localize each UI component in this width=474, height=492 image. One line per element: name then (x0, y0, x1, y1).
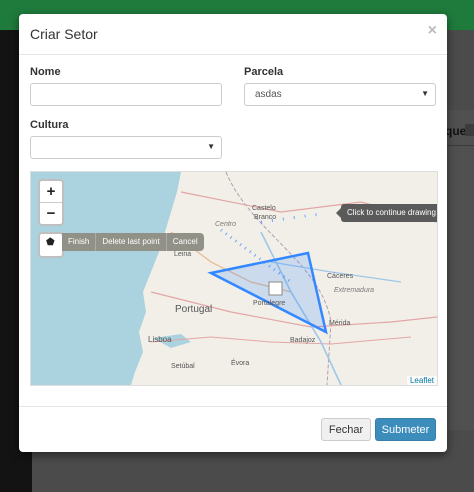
cancel-drawing-button[interactable]: Cancel (165, 233, 204, 251)
parcela-label: Parcela (244, 66, 284, 78)
delete-last-point-button[interactable]: Delete last point (95, 233, 165, 251)
map-label-lisboa: Lisboa (148, 335, 172, 344)
chevron-down-icon: ▼ (207, 142, 215, 151)
map-label-merida: Mérida (329, 320, 351, 327)
map-label-castelo-branco-1: Castelo (252, 205, 276, 212)
modal-title: Criar Setor (30, 26, 98, 42)
parcela-value: asdas (255, 89, 282, 100)
map-label-badajoz: Badajoz (290, 337, 316, 344)
map-label-portalegre: Portalegre (253, 300, 285, 307)
submit-button[interactable]: Submeter (375, 418, 436, 441)
leaflet-attribution[interactable]: Leaflet (406, 376, 437, 385)
map-label-portugal: Portugal (175, 304, 212, 315)
close-icon[interactable]: × (428, 22, 437, 40)
parcela-select[interactable]: asdas ▼ (244, 83, 436, 106)
map-label-setubal: Setúbal (171, 363, 195, 370)
map-label-extremadura: Extremadura (334, 287, 374, 294)
draw-tooltip: Click to continue drawing shape. (335, 204, 437, 222)
nome-label: Nome (30, 66, 61, 78)
close-button[interactable]: Fechar (321, 418, 371, 441)
zoom-out-button[interactable]: − (40, 203, 62, 224)
background-tab (465, 124, 474, 136)
create-sector-modal: Criar Setor × Nome Parcela asdas ▼ Cultu… (19, 14, 447, 452)
map-label-evora: Évora (231, 358, 249, 367)
cultura-select[interactable]: ▼ (30, 136, 222, 159)
map-view[interactable]: Centro Castelo Branco Leiria Portugal Po… (30, 171, 438, 386)
finish-button[interactable]: Finish (62, 233, 95, 251)
polygon-icon: ⬟ (46, 237, 55, 248)
map-label-caceres: Cáceres (327, 273, 354, 280)
modal-footer: Fechar Submeter (19, 406, 447, 453)
map-label-leiria: Leiria (174, 251, 191, 258)
map-label-centro: Centro (215, 221, 236, 228)
draw-actions-toolbar: Finish Delete last point Cancel (62, 233, 204, 251)
cultura-label: Cultura (30, 119, 69, 131)
map-label-castelo-branco-2: Branco (254, 214, 276, 221)
chevron-down-icon: ▼ (421, 89, 429, 98)
draw-polygon-button[interactable]: ⬟ (38, 232, 64, 258)
zoom-control: + − (38, 179, 64, 226)
zoom-in-button[interactable]: + (40, 181, 62, 203)
modal-header: Criar Setor × (19, 14, 447, 55)
background-text: que (445, 124, 467, 138)
nome-input[interactable] (30, 83, 222, 106)
